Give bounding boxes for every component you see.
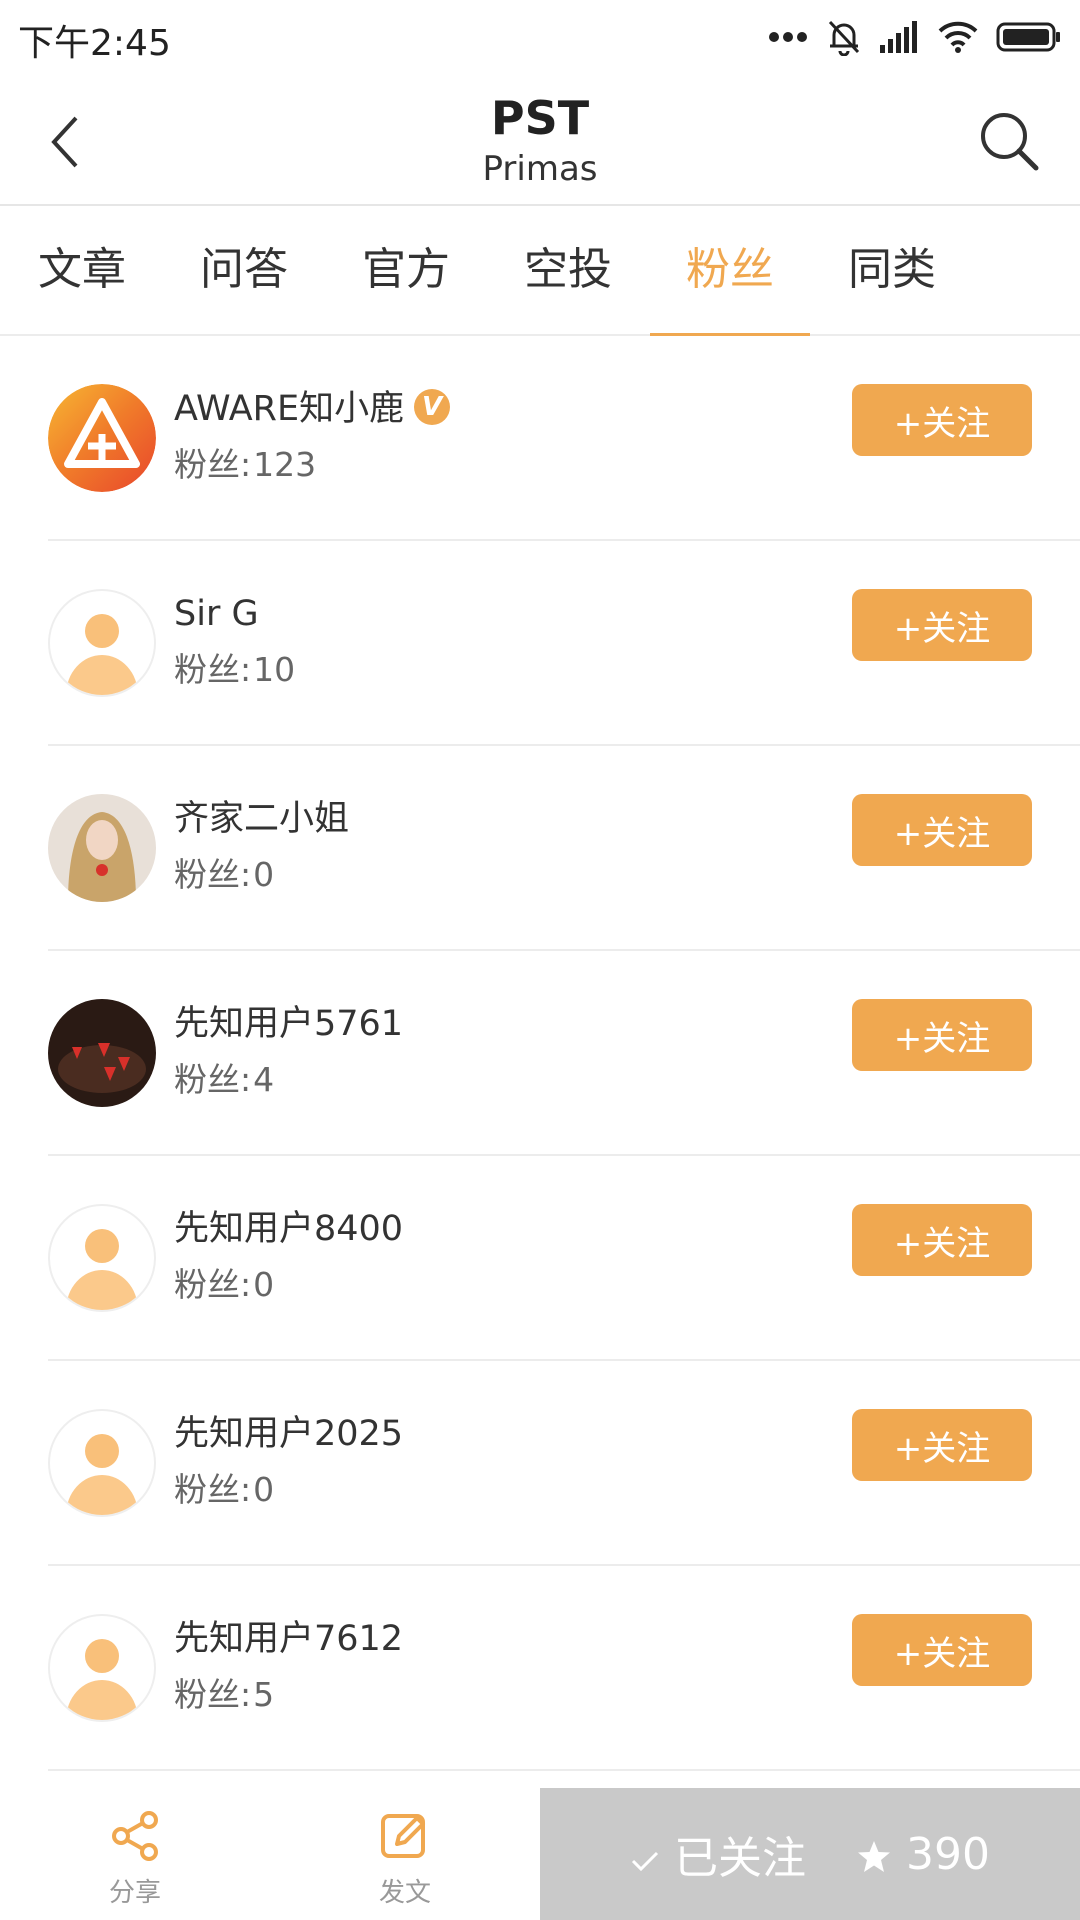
user-name: 先知用户5761 (174, 1004, 404, 1044)
star-count-group: 390 (856, 1829, 990, 1880)
user-placeholder-icon (66, 1229, 138, 1310)
bottom-bar: 分享 发文 已关注 390 (0, 1788, 1080, 1920)
tab-qa[interactable]: 问答 (164, 206, 324, 334)
share-label: 分享 (108, 1878, 161, 1908)
follow-button[interactable]: +关注 (852, 999, 1032, 1071)
fans-value: 10 (253, 650, 296, 689)
user-name: AWARE知小鹿 V (174, 384, 451, 434)
check-icon (631, 1851, 659, 1872)
list-item[interactable]: 先知用户8400 粉丝:0 +关注 (0, 1156, 1080, 1361)
followed-status: 已关注 (630, 1822, 806, 1886)
header: PST Primas (0, 76, 1080, 206)
edit-icon (381, 1814, 425, 1858)
list-item[interactable]: AWARE知小鹿 V 粉丝:123 +关注 (0, 336, 1080, 541)
fans-label: 粉丝: (174, 1060, 252, 1099)
star-count: 390 (906, 1828, 990, 1880)
follow-button[interactable]: +关注 (852, 1409, 1032, 1481)
portrait-photo-icon (48, 794, 156, 902)
battery-icon (996, 22, 1060, 52)
followed-button[interactable]: 已关注 390 (540, 1788, 1080, 1920)
page-title: PST (490, 91, 590, 145)
list-item[interactable]: 齐家二小姐 粉丝:0 +关注 (0, 746, 1080, 951)
status-icons (768, 14, 1062, 60)
follow-button[interactable]: +关注 (852, 1204, 1032, 1276)
fans-count: 粉丝:0 (174, 850, 274, 900)
search-icon[interactable] (974, 106, 1044, 176)
fans-count: 粉丝:0 (174, 1260, 274, 1310)
follow-button[interactable]: +关注 (852, 384, 1032, 456)
fans-count: 粉丝:4 (174, 1055, 274, 1105)
tab-fans[interactable]: 粉丝 (650, 206, 810, 336)
list-item[interactable]: Sir G 粉丝:10 +关注 (0, 541, 1080, 746)
fans-label: 粉丝: (174, 1265, 252, 1304)
share-button[interactable]: 分享 (70, 1788, 200, 1920)
list-item[interactable]: 先知用户2025 粉丝:0 +关注 (0, 1361, 1080, 1566)
user-placeholder-icon (66, 614, 138, 695)
user-placeholder-icon (66, 1639, 138, 1720)
page-subtitle: Primas (482, 149, 598, 189)
fans-count: 粉丝:123 (174, 440, 316, 490)
fans-value: 5 (253, 1675, 275, 1714)
post-button[interactable]: 发文 (340, 1788, 470, 1920)
aware-logo-icon (48, 384, 156, 492)
tab-official[interactable]: 官方 (326, 206, 486, 334)
user-name: 先知用户8400 (174, 1209, 404, 1249)
follow-button[interactable]: +关注 (852, 589, 1032, 661)
divider (48, 1769, 1080, 1771)
wifi-icon (938, 21, 978, 53)
fans-label: 粉丝: (174, 445, 252, 484)
fans-value: 0 (253, 1265, 275, 1304)
header-title-box: PST Primas (0, 90, 1080, 192)
followed-label: 已关注 (674, 1833, 806, 1884)
fans-value: 0 (253, 1470, 275, 1509)
avatar[interactable] (48, 1614, 156, 1722)
list-item[interactable]: 先知用户5761 粉丝:4 +关注 (0, 951, 1080, 1156)
fans-count: 粉丝:10 (174, 645, 295, 695)
list-item[interactable]: 先知用户7612 粉丝:5 +关注 (0, 1566, 1080, 1771)
signal-icon (880, 21, 917, 53)
avatar[interactable] (48, 1204, 156, 1312)
tab-bar: 文章 问答 官方 空投 粉丝 同类 (0, 206, 1080, 336)
user-name: Sir G (174, 594, 259, 634)
post-label: 发文 (378, 1878, 431, 1908)
avatar[interactable] (48, 1409, 156, 1517)
avatar[interactable] (48, 999, 156, 1107)
fans-count: 粉丝:0 (174, 1465, 274, 1515)
status-time: 下午2:45 (18, 23, 171, 64)
user-name: 齐家二小姐 (174, 799, 350, 839)
status-bar: 下午2:45 (0, 0, 1080, 76)
follow-button[interactable]: +关注 (852, 794, 1032, 866)
fans-label: 粉丝: (174, 1470, 252, 1509)
verified-badge-icon: V (414, 389, 451, 425)
fans-value: 123 (253, 445, 317, 484)
fans-value: 0 (253, 855, 275, 894)
user-name: 先知用户7612 (174, 1619, 404, 1659)
follow-button[interactable]: +关注 (852, 1614, 1032, 1686)
fans-list: AWARE知小鹿 V 粉丝:123 +关注 Sir G 粉丝:10 +关注 齐家二… (0, 336, 1080, 1771)
star-icon (858, 1840, 890, 1872)
fans-value: 4 (253, 1060, 275, 1099)
user-name: 先知用户2025 (174, 1414, 404, 1454)
fans-label: 粉丝: (174, 650, 252, 689)
strawberry-photo-icon (48, 999, 156, 1107)
avatar[interactable] (48, 589, 156, 697)
user-placeholder-icon (66, 1434, 138, 1515)
share-icon (112, 1811, 158, 1861)
tab-articles[interactable]: 文章 (2, 206, 162, 334)
tab-similar[interactable]: 同类 (812, 206, 972, 334)
tab-airdrop[interactable]: 空投 (488, 206, 648, 334)
avatar[interactable] (48, 384, 156, 492)
bell-muted-icon (828, 20, 860, 56)
fans-label: 粉丝: (174, 855, 252, 894)
avatar[interactable] (48, 794, 156, 902)
more-dots-icon (769, 32, 807, 42)
user-name-text: AWARE知小鹿 (174, 389, 405, 429)
fans-count: 粉丝:5 (174, 1670, 274, 1720)
fans-label: 粉丝: (174, 1675, 252, 1714)
